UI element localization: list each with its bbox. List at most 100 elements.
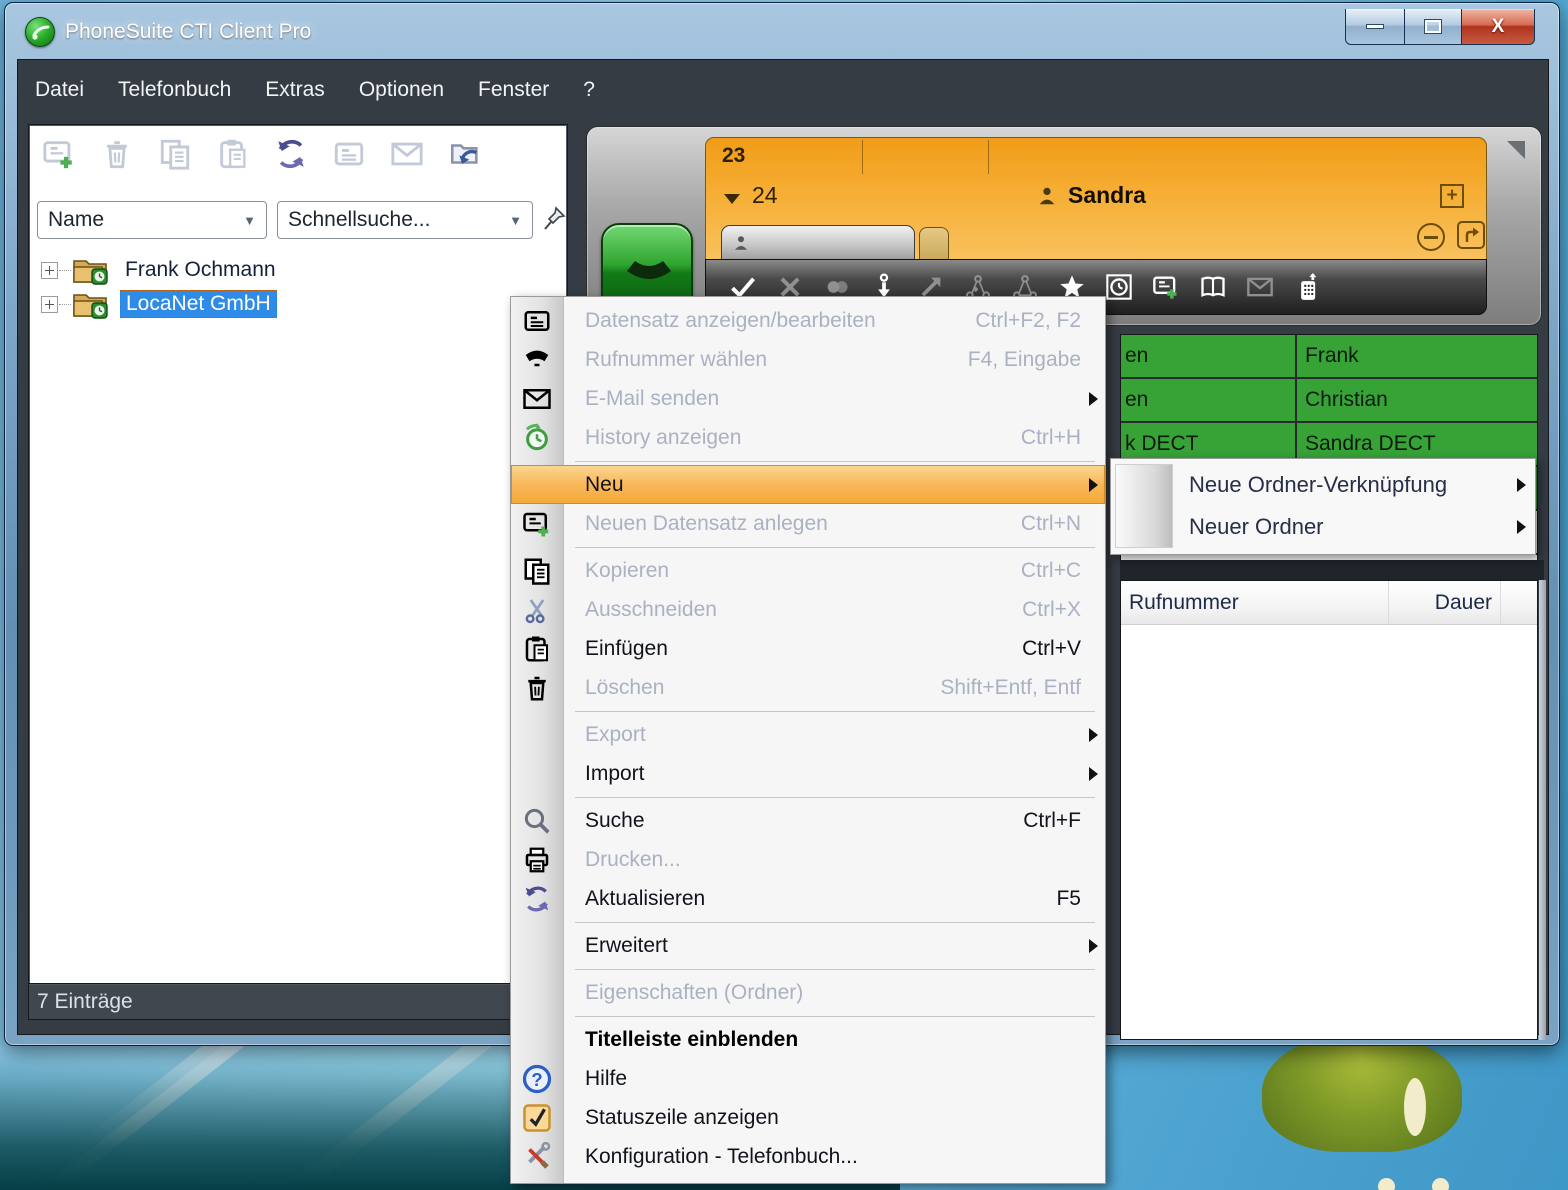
menu-item-statuszeile-anzeigen[interactable]: Statuszeile anzeigen <box>511 1098 1105 1137</box>
submenu-item-neue-ordner-verknüpfung[interactable]: Neue Ordner-Verknüpfung <box>1111 464 1535 506</box>
column-header-dauer[interactable]: Dauer <box>1389 581 1501 624</box>
menu-item-datensatz-anzeigen-bearbeiten[interactable]: Datensatz anzeigen/bearbeitenCtrl+F2, F2 <box>511 301 1105 340</box>
menu-item-einfügen[interactable]: EinfügenCtrl+V <box>511 629 1105 668</box>
menu-item-hilfe[interactable]: ?Hilfe <box>511 1059 1105 1098</box>
menubar-item-datei[interactable]: Datei <box>22 72 97 108</box>
wallpaper-flower <box>1404 1078 1426 1136</box>
expand-plus-icon[interactable] <box>41 296 58 313</box>
menu-item-löschen[interactable]: LöschenShift+Entf, Entf <box>511 668 1105 707</box>
menu-item-shortcut: F4, Eingabe <box>968 348 1081 372</box>
column-header-spacer <box>1501 581 1537 624</box>
menu-item-shortcut: Ctrl+F2, F2 <box>975 309 1081 333</box>
tree-item[interactable]: Frank Ochmann <box>35 253 563 287</box>
titlebar[interactable]: PhoneSuite CTI Client Pro X <box>5 3 1559 59</box>
menubar-item-fenster[interactable]: Fenster <box>465 72 562 108</box>
menu-item-e-mail-senden[interactable]: E-Mail senden <box>511 379 1105 418</box>
phonebook-panel: Name ▼ Schnellsuche... ▼ Frank Ochmann Lo… <box>28 124 568 1020</box>
call-table-scrollbar[interactable] <box>1539 580 1546 1040</box>
redirect-icon[interactable] <box>1457 221 1485 249</box>
maximize-button[interactable] <box>1405 9 1461 45</box>
submenu-item-label: Neue Ordner-Verknüpfung <box>1189 472 1447 498</box>
paste-icon[interactable] <box>211 133 255 175</box>
statusbar: 7 Einträge <box>29 983 567 1019</box>
display-divider <box>988 140 989 174</box>
menubar-item-extras[interactable]: Extras <box>252 72 338 108</box>
print-icon <box>520 843 554 877</box>
menu-item-export[interactable]: Export <box>511 715 1105 754</box>
column-header-rufnummer[interactable]: Rufnummer <box>1121 581 1389 624</box>
menu-item-aktualisieren[interactable]: AktualisierenF5 <box>511 879 1105 918</box>
send-email-icon[interactable] <box>385 133 429 175</box>
collapse-minus-icon[interactable] <box>1417 223 1445 251</box>
sort-field-combobox[interactable]: Name ▼ <box>37 201 267 239</box>
tree-connector <box>59 304 71 305</box>
menu-separator <box>511 543 1105 551</box>
menu-item-suche[interactable]: SucheCtrl+F <box>511 801 1105 840</box>
menu-item-history-anzeigen[interactable]: History anzeigenCtrl+H <box>511 418 1105 457</box>
scissors-icon <box>520 593 554 627</box>
extension-row[interactable]: enChristian <box>1121 379 1537 423</box>
expand-plus-icon[interactable] <box>41 262 58 279</box>
view-record-icon[interactable] <box>327 133 371 175</box>
tree-item[interactable]: LocaNet GmbH <box>35 287 563 321</box>
menu-item-neuen-datensatz-anlegen[interactable]: Neuen Datensatz anlegenCtrl+N <box>511 504 1105 543</box>
menu-separator <box>511 1012 1105 1020</box>
menu-separator <box>511 965 1105 973</box>
extension-row[interactable]: enFrank <box>1121 335 1537 379</box>
copy-icon[interactable] <box>153 133 197 175</box>
line-dropdown-icon[interactable] <box>724 194 740 204</box>
menu-item-label: Einfügen <box>585 637 668 661</box>
history-box-icon[interactable] <box>1104 272 1134 302</box>
submenu-arrow-icon <box>1517 478 1526 492</box>
refresh-icon <box>520 882 554 916</box>
menu-item-label: Import <box>585 762 645 786</box>
menu-item-erweitert[interactable]: Erweitert <box>511 926 1105 965</box>
menu-item-label: Erweitert <box>585 934 668 958</box>
menu-item-kopieren[interactable]: KopierenCtrl+C <box>511 551 1105 590</box>
refresh-icon[interactable] <box>269 133 313 175</box>
chevron-down-icon: ▼ <box>243 213 256 228</box>
menu-item-label: Ausschneiden <box>585 598 717 622</box>
expand-plus-icon[interactable]: + <box>1440 184 1464 208</box>
menubar-item-?[interactable]: ? <box>570 72 608 108</box>
tree-item-label[interactable]: Frank Ochmann <box>120 257 281 283</box>
history-icon <box>520 421 554 455</box>
menubar: DateiTelefonbuchExtrasOptionenFenster? <box>22 72 608 108</box>
menubar-item-optionen[interactable]: Optionen <box>346 72 457 108</box>
minimize-button[interactable] <box>1345 9 1405 45</box>
menu-item-label: Eigenschaften (Ordner) <box>585 981 803 1005</box>
dial-keypad-icon[interactable] <box>1292 272 1322 302</box>
send-email-icon[interactable] <box>1245 272 1275 302</box>
copy-icon <box>520 554 554 588</box>
menu-item-neu[interactable]: Neu <box>511 465 1105 504</box>
submenu-item-neuer-ordner[interactable]: Neuer Ordner <box>1111 506 1535 548</box>
menu-item-label: Rufnummer wählen <box>585 348 767 372</box>
submenu-item-label: Neuer Ordner <box>1189 514 1324 540</box>
menu-item-eigenschaften-ordner[interactable]: Eigenschaften (Ordner) <box>511 973 1105 1012</box>
menu-item-label: Löschen <box>585 676 664 700</box>
pin-icon[interactable] <box>543 205 567 233</box>
menu-item-drucken[interactable]: Drucken... <box>511 840 1105 879</box>
menu-item-import[interactable]: Import <box>511 754 1105 793</box>
menu-item-rufnummer-wählen[interactable]: Rufnummer wählen F4, Eingabe <box>511 340 1105 379</box>
menu-item-titelleiste-einblenden[interactable]: Titelleiste einblenden <box>511 1020 1105 1059</box>
tree-item-label[interactable]: LocaNet GmbH <box>120 290 277 318</box>
submenu-arrow-icon <box>1089 478 1098 492</box>
folder-clock-icon <box>72 255 112 285</box>
new-record-icon[interactable] <box>37 133 81 175</box>
menu-item-label: Suche <box>585 809 645 833</box>
menu-item-konfiguration-telefonbuch[interactable]: Konfiguration - Telefonbuch... <box>511 1137 1105 1176</box>
new-record-icon[interactable] <box>1151 272 1181 302</box>
secondary-tab[interactable] <box>919 227 949 261</box>
call-tab[interactable] <box>721 225 915 261</box>
menu-item-ausschneiden[interactable]: AusschneidenCtrl+X <box>511 590 1105 629</box>
menu-item-shortcut: Ctrl+H <box>1021 426 1081 450</box>
resize-grip-icon[interactable] <box>1507 141 1525 177</box>
close-button[interactable]: X <box>1461 9 1535 45</box>
menubar-item-telefonbuch[interactable]: Telefonbuch <box>105 72 244 108</box>
open-folder-icon[interactable] <box>443 133 487 175</box>
phonebook-icon[interactable] <box>1198 272 1228 302</box>
maximize-icon <box>1425 20 1441 33</box>
delete-icon[interactable] <box>95 133 139 175</box>
quick-search-combobox[interactable]: Schnellsuche... ▼ <box>277 201 533 239</box>
